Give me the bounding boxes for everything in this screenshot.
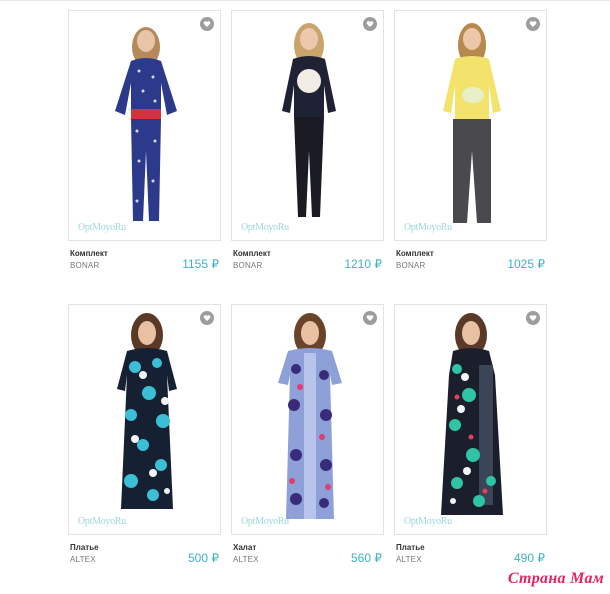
watermark: OptMoyoRu bbox=[404, 516, 452, 527]
product-brand: BONAR bbox=[70, 261, 100, 270]
product-price: 1155 ₽ bbox=[182, 257, 219, 271]
favorite-button[interactable] bbox=[200, 311, 214, 325]
watermark: OptMoyoRu bbox=[404, 222, 452, 233]
product-card[interactable]: OptMoyoRu Платье ALTEX 490 ₽ bbox=[394, 304, 547, 565]
heart-icon bbox=[529, 21, 537, 27]
product-card[interactable]: OptMoyoRu Комплект BONAR 1025 ₽ bbox=[394, 10, 547, 271]
product-image[interactable]: OptMoyoRu bbox=[394, 10, 547, 241]
product-price: 490 ₽ bbox=[514, 551, 545, 565]
product-title[interactable]: Халат bbox=[233, 543, 256, 552]
product-card[interactable]: OptMoyoRu Комплект BONAR 1210 ₽ bbox=[231, 10, 384, 271]
favorite-button[interactable] bbox=[200, 17, 214, 31]
heart-icon bbox=[203, 21, 211, 27]
product-card[interactable]: OptMoyoRu Платье ALTEX 500 ₽ bbox=[68, 304, 221, 565]
heart-icon bbox=[529, 315, 537, 321]
model-photo bbox=[115, 27, 177, 221]
model-photo bbox=[282, 23, 336, 217]
product-grid: OptMoyoRu Комплект BONAR 1155 ₽ OptMoyoR… bbox=[0, 0, 610, 594]
heart-icon bbox=[366, 21, 374, 27]
product-image[interactable]: OptMoyoRu bbox=[394, 304, 547, 535]
product-brand: BONAR bbox=[233, 261, 263, 270]
product-price: 1210 ₽ bbox=[344, 257, 382, 271]
model-photo bbox=[117, 313, 177, 509]
product-title[interactable]: Платье bbox=[396, 543, 425, 552]
model-photo bbox=[441, 313, 503, 515]
product-brand: ALTEX bbox=[396, 555, 422, 564]
product-brand: BONAR bbox=[396, 261, 426, 270]
favorite-button[interactable] bbox=[363, 17, 377, 31]
site-logo: Страна Мам bbox=[507, 570, 604, 587]
product-card[interactable]: OptMoyoRu Халат ALTEX 560 ₽ bbox=[231, 304, 384, 565]
favorite-button[interactable] bbox=[526, 311, 540, 325]
favorite-button[interactable] bbox=[526, 17, 540, 31]
product-price: 560 ₽ bbox=[351, 551, 382, 565]
heart-icon bbox=[203, 315, 211, 321]
product-image[interactable]: OptMoyoRu bbox=[68, 10, 221, 241]
watermark: OptMoyoRu bbox=[241, 222, 289, 233]
favorite-button[interactable] bbox=[363, 311, 377, 325]
product-title[interactable]: Комплект bbox=[70, 249, 108, 258]
product-brand: ALTEX bbox=[70, 555, 96, 564]
product-title[interactable]: Платье bbox=[70, 543, 99, 552]
heart-icon bbox=[366, 315, 374, 321]
model-photo bbox=[443, 23, 501, 223]
watermark: OptMoyoRu bbox=[78, 222, 126, 233]
product-card[interactable]: OptMoyoRu Комплект BONAR 1155 ₽ bbox=[68, 10, 221, 271]
product-brand: ALTEX bbox=[233, 555, 259, 564]
watermark: OptMoyoRu bbox=[78, 516, 126, 527]
product-price: 500 ₽ bbox=[188, 551, 219, 565]
product-image[interactable]: OptMoyoRu bbox=[68, 304, 221, 535]
model-photo bbox=[278, 313, 342, 519]
product-title[interactable]: Комплект bbox=[396, 249, 434, 258]
product-image[interactable]: OptMoyoRu bbox=[231, 304, 384, 535]
product-price: 1025 ₽ bbox=[507, 257, 545, 271]
product-title[interactable]: Комплект bbox=[233, 249, 271, 258]
watermark: OptMoyoRu bbox=[241, 516, 289, 527]
product-image[interactable]: OptMoyoRu bbox=[231, 10, 384, 241]
